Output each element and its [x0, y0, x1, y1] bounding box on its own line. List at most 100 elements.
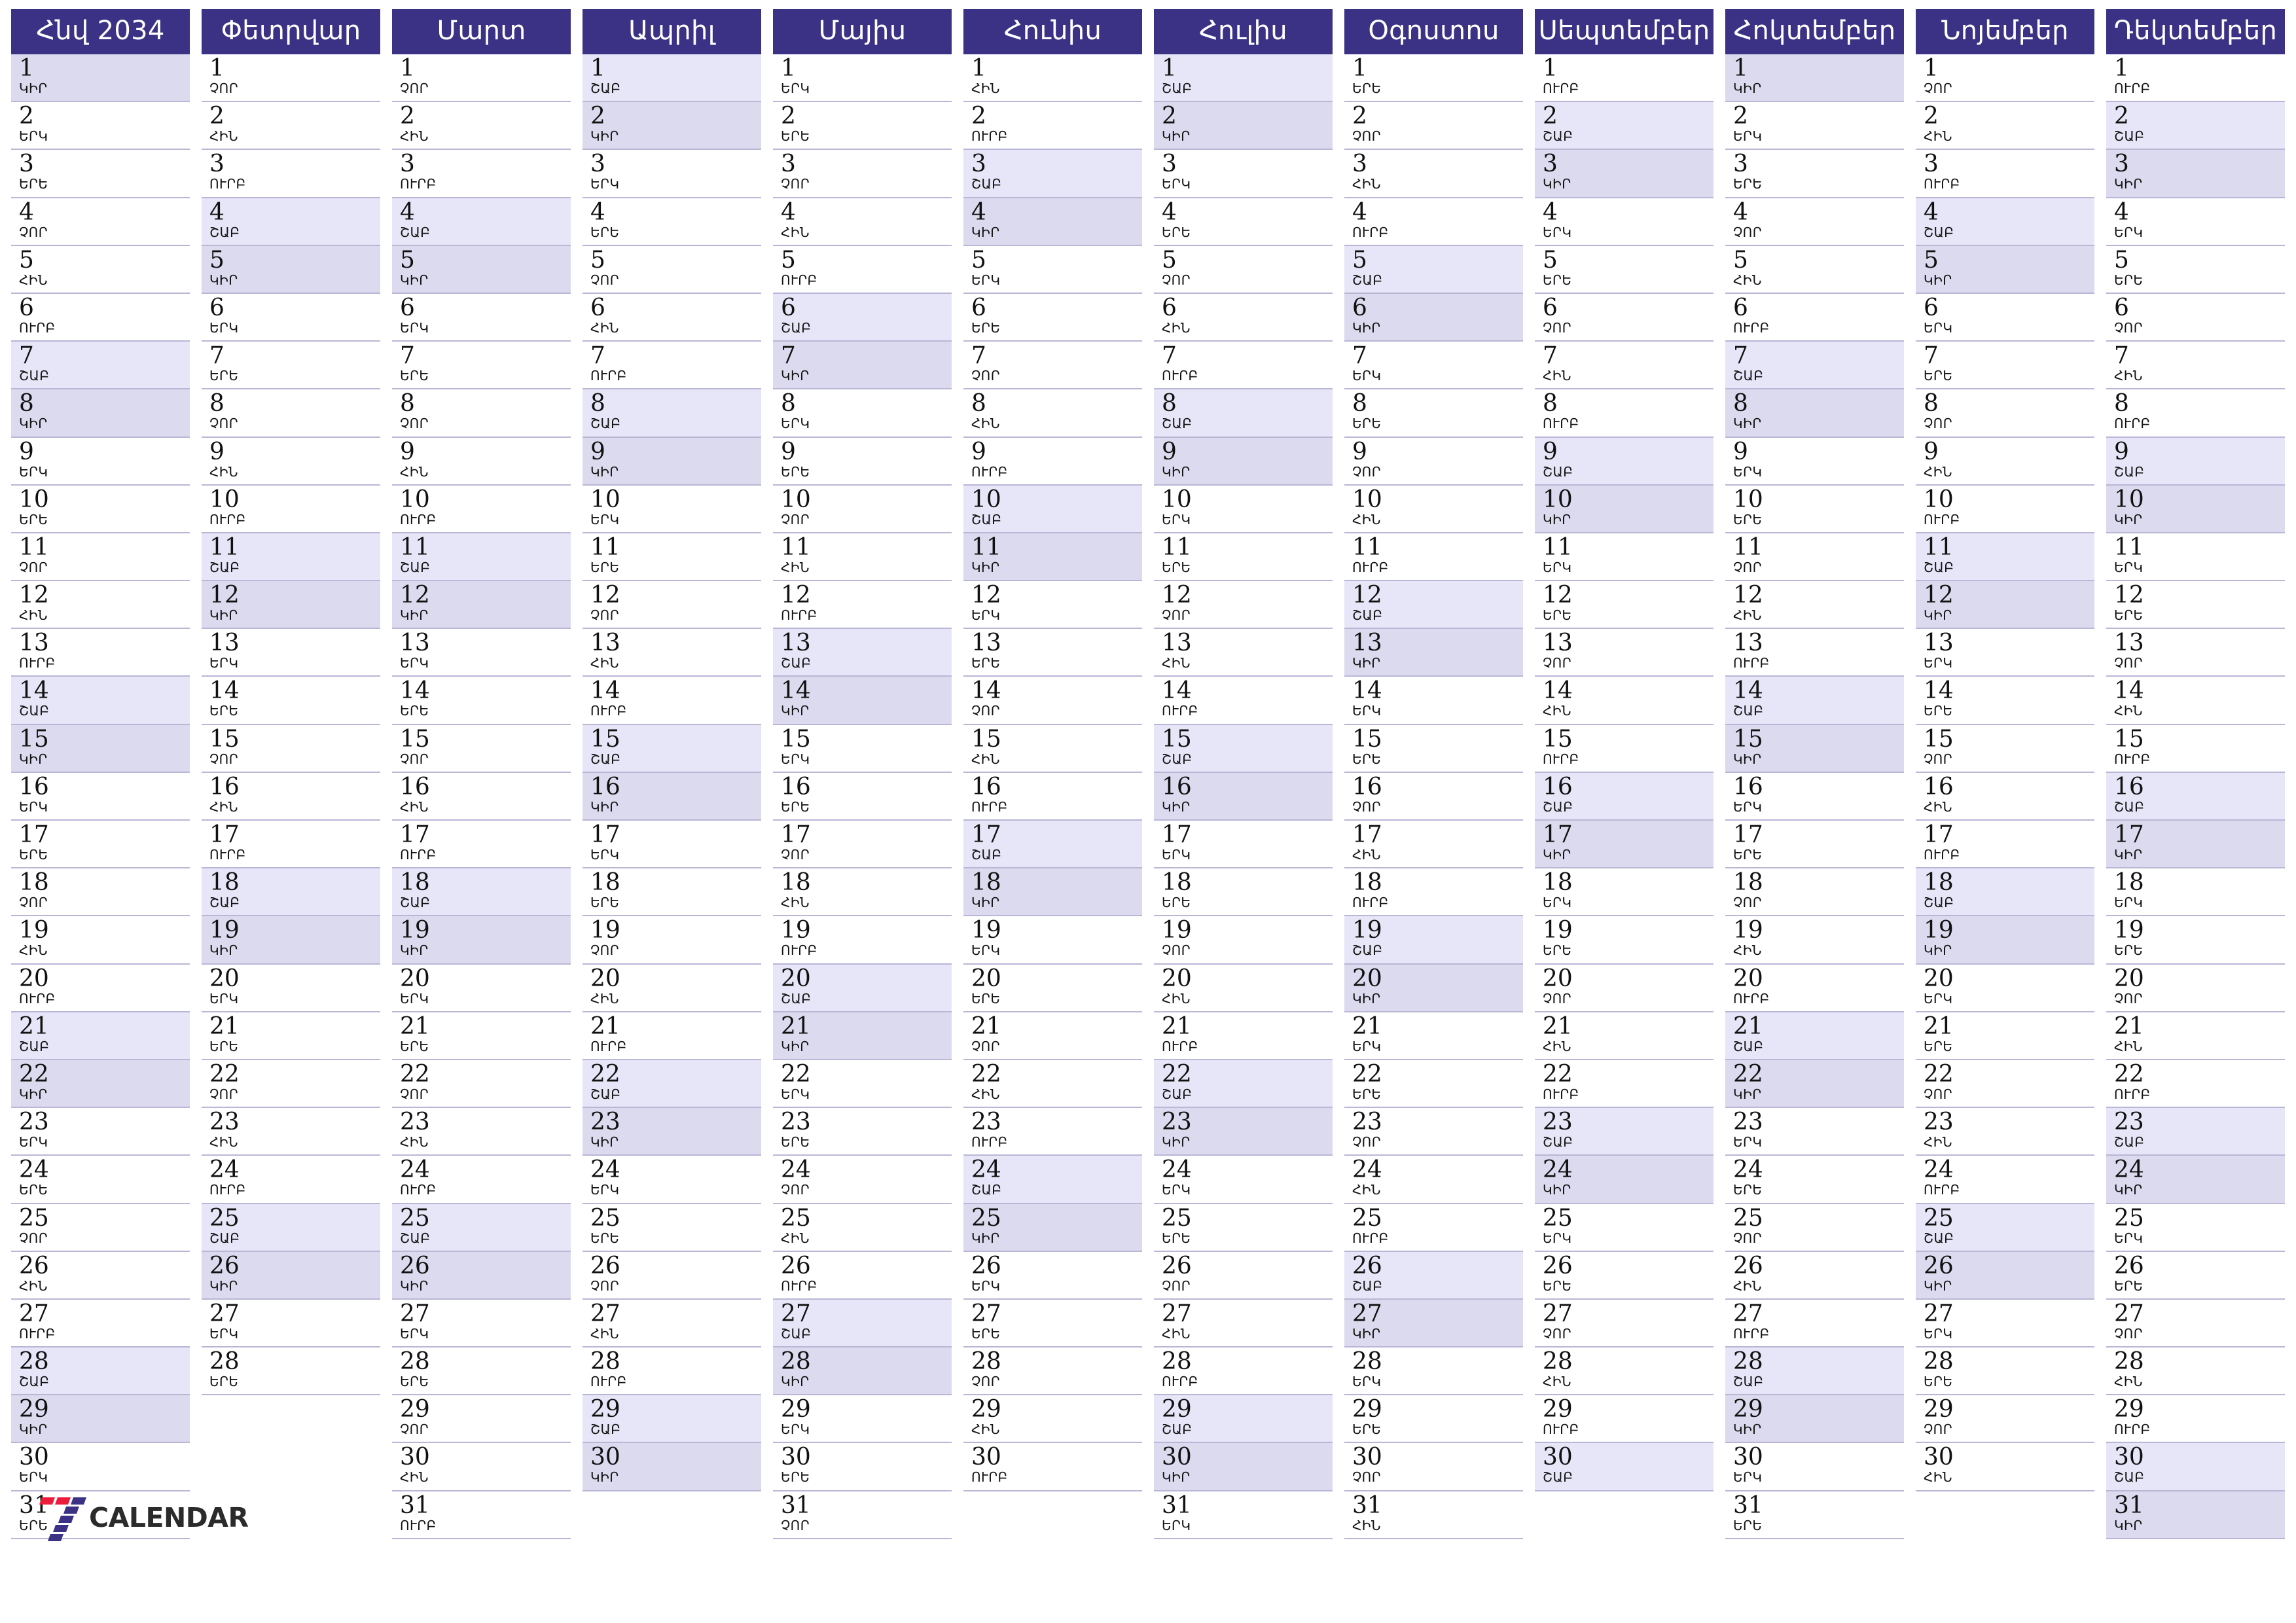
day-cell[interactable]: 18 ԵՐԵ [583, 868, 761, 917]
day-cell[interactable]: 4 ԵՐԵ [583, 198, 761, 246]
day-cell[interactable]: 11 ԵՐԿ [1535, 533, 1713, 582]
day-cell[interactable]: 30 ՀԻՆ [392, 1443, 571, 1491]
day-cell[interactable]: 31 ԿԻՐ [2106, 1491, 2285, 1539]
day-cell[interactable]: 28 ՀԻՆ [2106, 1347, 2285, 1396]
day-cell[interactable]: 10 ԵՐԵ [11, 485, 190, 533]
day-cell[interactable]: 12 ԵՐԵ [1535, 581, 1713, 630]
day-cell[interactable]: 21 ՈՒՐԲ [1154, 1012, 1333, 1060]
day-cell[interactable]: 16 ԵՐԿ [1725, 772, 1904, 821]
day-cell[interactable]: 3 ԵՐԿ [1154, 150, 1333, 198]
day-cell[interactable]: 9 ՇԱԲ [2106, 437, 2285, 486]
day-cell[interactable]: 9 ԵՐԿ [1725, 437, 1904, 486]
day-cell[interactable]: 22 ՇԱԲ [583, 1060, 761, 1109]
day-cell[interactable]: 15 ՉՈՐ [202, 724, 380, 773]
day-cell[interactable]: 6 ՈՒՐԲ [1725, 293, 1904, 342]
day-cell[interactable]: 13 ՀԻՆ [583, 629, 761, 677]
day-cell[interactable]: 23 ՇԱԲ [1535, 1108, 1713, 1156]
day-cell[interactable]: 17 ԵՐԿ [1154, 821, 1333, 869]
day-cell[interactable]: 26 ԿԻՐ [202, 1251, 380, 1300]
day-cell[interactable]: 4 ՇԱԲ [1916, 198, 2094, 246]
day-cell[interactable]: 28 ՈՒՐԲ [583, 1347, 761, 1396]
day-cell[interactable]: 8 ՉՈՐ [392, 389, 571, 438]
day-cell[interactable]: 1 ԵՐԿ [773, 54, 952, 103]
day-cell[interactable]: 7 ԵՐԿ [1344, 342, 1523, 390]
month-header[interactable]: Ապրիլ [583, 9, 761, 54]
day-cell[interactable]: 13 ՈՒՐԲ [1725, 629, 1904, 677]
day-cell[interactable]: 18 ԵՐԿ [1535, 868, 1713, 917]
day-cell[interactable]: 26 ՈՒՐԲ [773, 1251, 952, 1300]
day-cell[interactable]: 21 ՀԻՆ [2106, 1012, 2285, 1060]
day-cell[interactable]: 16 ՀԻՆ [1916, 772, 2094, 821]
day-cell[interactable]: 21 ՇԱԲ [11, 1012, 190, 1060]
day-cell[interactable]: 16 ՇԱԲ [1535, 772, 1713, 821]
day-cell[interactable]: 29 ՈՒՐԲ [2106, 1395, 2285, 1444]
day-cell[interactable]: 11 ՇԱԲ [202, 533, 380, 582]
day-cell[interactable]: 4 ՉՈՐ [1725, 198, 1904, 246]
day-cell[interactable]: 7 ՇԱԲ [1725, 342, 1904, 390]
day-cell[interactable]: 26 ՇԱԲ [1344, 1251, 1523, 1300]
day-cell[interactable]: 24 ՈՒՐԲ [202, 1156, 380, 1204]
day-cell[interactable]: 30 ԵՐԿ [1725, 1443, 1904, 1491]
day-cell[interactable]: 23 ԵՐԵ [773, 1108, 952, 1156]
day-cell[interactable]: 20 ՀԻՆ [1154, 964, 1333, 1012]
day-cell[interactable]: 10 ԵՐԿ [1154, 485, 1333, 533]
day-cell[interactable]: 21 ԿԻՐ [773, 1012, 952, 1060]
day-cell[interactable]: 7 ԵՐԵ [392, 342, 571, 390]
day-cell[interactable]: 18 ՉՈՐ [1725, 868, 1904, 917]
day-cell[interactable]: 29 ԿԻՐ [11, 1395, 190, 1444]
day-cell[interactable]: 3 ԿԻՐ [1535, 150, 1713, 198]
day-cell[interactable]: 27 ԵՐԿ [392, 1299, 571, 1348]
day-cell[interactable]: 20 ԵՐԿ [1916, 964, 2094, 1012]
day-cell[interactable]: 2 ՇԱԲ [2106, 102, 2285, 151]
day-cell[interactable]: 27 ՉՈՐ [2106, 1299, 2285, 1348]
day-cell[interactable]: 20 ՈՒՐԲ [11, 964, 190, 1012]
day-cell[interactable]: 28 ՀԻՆ [1535, 1347, 1713, 1396]
day-cell[interactable]: 1 ՀԻՆ [963, 54, 1142, 103]
day-cell[interactable]: 8 ՉՈՐ [1916, 389, 2094, 438]
day-cell[interactable]: 23 ԵՐԿ [11, 1108, 190, 1156]
day-cell[interactable]: 23 ՀԻՆ [202, 1108, 380, 1156]
day-cell[interactable]: 17 ՀԻՆ [1344, 821, 1523, 869]
day-cell[interactable]: 13 ՉՈՐ [2106, 629, 2285, 677]
day-cell[interactable]: 29 ԵՐԵ [1344, 1395, 1523, 1444]
day-cell[interactable]: 3 ԵՐԵ [11, 150, 190, 198]
day-cell[interactable]: 18 ՀԻՆ [773, 868, 952, 917]
day-cell[interactable]: 9 ՀԻՆ [392, 437, 571, 486]
day-cell[interactable]: 22 ԿԻՐ [1725, 1060, 1904, 1109]
day-cell[interactable]: 22 ՉՈՐ [392, 1060, 571, 1109]
day-cell[interactable]: 17 ԵՐԵ [11, 821, 190, 869]
day-cell[interactable]: 18 ՈՒՐԲ [1344, 868, 1523, 917]
day-cell[interactable]: 10 ՈՒՐԲ [202, 485, 380, 533]
day-cell[interactable]: 30 ՀԻՆ [1916, 1443, 2094, 1491]
day-cell[interactable]: 2 ԵՐԵ [773, 102, 952, 151]
day-cell[interactable]: 4 ՉՈՐ [11, 198, 190, 246]
day-cell[interactable]: 2 ԵՐԿ [11, 102, 190, 151]
day-cell[interactable]: 10 ՈՒՐԲ [1916, 485, 2094, 533]
day-cell[interactable]: 18 ՉՈՐ [11, 868, 190, 917]
day-cell[interactable]: 1 ԵՐԵ [1344, 54, 1523, 103]
month-header[interactable]: Դեկտեմբեր [2106, 9, 2285, 54]
day-cell[interactable]: 15 ՇԱԲ [1154, 724, 1333, 773]
day-cell[interactable]: 25 ՉՈՐ [1725, 1204, 1904, 1252]
day-cell[interactable]: 7 ԵՐԵ [1916, 342, 2094, 390]
day-cell[interactable]: 13 ԿԻՐ [1344, 629, 1523, 677]
day-cell[interactable]: 12 ԵՐԿ [963, 581, 1142, 630]
day-cell[interactable]: 28 ՉՈՐ [963, 1347, 1142, 1396]
day-cell[interactable]: 26 ՉՈՐ [583, 1251, 761, 1300]
day-cell[interactable]: 8 ՇԱԲ [1154, 389, 1333, 438]
day-cell[interactable]: 4 ՈՒՐԲ [1344, 198, 1523, 246]
day-cell[interactable]: 11 ՉՈՐ [11, 533, 190, 582]
day-cell[interactable]: 7 ՉՈՐ [963, 342, 1142, 390]
day-cell[interactable]: 3 ՈՒՐԲ [392, 150, 571, 198]
day-cell[interactable]: 27 ՉՈՐ [1535, 1299, 1713, 1348]
day-cell[interactable]: 11 ՈՒՐԲ [1344, 533, 1523, 582]
day-cell[interactable]: 26 ՉՈՐ [1154, 1251, 1333, 1300]
day-cell[interactable]: 25 ՇԱԲ [392, 1204, 571, 1252]
day-cell[interactable]: 22 ՀԻՆ [963, 1060, 1142, 1109]
day-cell[interactable]: 10 ԵՐԿ [583, 485, 761, 533]
day-cell[interactable]: 2 ԿԻՐ [1154, 102, 1333, 151]
month-header[interactable]: Հունիս [963, 9, 1142, 54]
day-cell[interactable]: 20 ՉՈՐ [2106, 964, 2285, 1012]
day-cell[interactable]: 26 ՀԻՆ [1725, 1251, 1904, 1300]
day-cell[interactable]: 5 ՀԻՆ [1725, 245, 1904, 294]
